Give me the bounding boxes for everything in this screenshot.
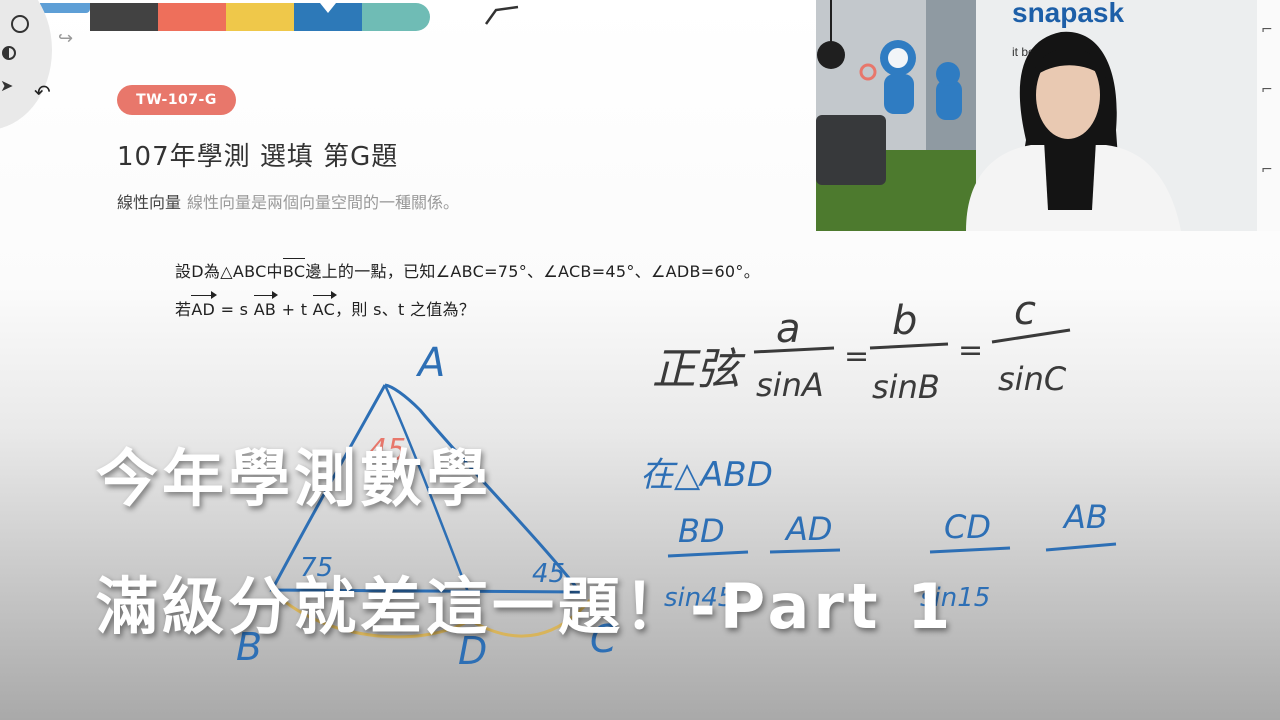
vector-ad: AD bbox=[191, 291, 218, 319]
q2-text-d: ，則 s、t 之值為？ bbox=[335, 300, 476, 319]
q1-text-b: 邊上的一點，已知∠ABC=75°、∠ACB=45°、∠ADB=60°。 bbox=[305, 262, 761, 281]
pointer-icon[interactable]: ➤ bbox=[0, 76, 13, 95]
question-line-2: 若AD = s AB + t AC，則 s、t 之值為？ bbox=[175, 291, 476, 320]
vertex-a-label: A bbox=[415, 340, 445, 386]
num-a: a bbox=[776, 306, 801, 352]
f2-num: AD bbox=[784, 510, 833, 548]
f4-num: AB bbox=[1062, 498, 1108, 536]
undo-arrow-icon[interactable]: ↶ bbox=[34, 80, 51, 104]
f1-num: BD bbox=[678, 512, 725, 550]
pen-stroke-mark bbox=[484, 5, 519, 25]
headline-line-2: 滿級分就差這一題！-Part 1 bbox=[96, 570, 955, 643]
contrast-icon[interactable] bbox=[2, 46, 16, 60]
f3-num: CD bbox=[944, 508, 991, 546]
topic-line: 線性向量 線性向量是兩個向量空間的一種關係。 bbox=[117, 189, 459, 213]
num-c: c bbox=[1014, 288, 1036, 334]
redo-arrow-icon[interactable]: ↪ bbox=[58, 28, 73, 49]
f4-bar bbox=[1045, 542, 1117, 552]
color-palette bbox=[90, 3, 430, 31]
den-sinb: sinB bbox=[872, 368, 940, 406]
num-b: b bbox=[892, 298, 917, 344]
question-title: 107年學測 選填 第G題 bbox=[117, 142, 399, 172]
fraction-bar-1 bbox=[753, 346, 835, 354]
headline-line-1: 今年學測數學 bbox=[96, 442, 493, 515]
fraction-bar-3 bbox=[991, 328, 1071, 344]
corner-mark-icon: ⌐ bbox=[1261, 82, 1273, 98]
color-swatch[interactable] bbox=[362, 3, 430, 31]
color-swatch[interactable] bbox=[158, 3, 226, 31]
corner-mark-icon: ⌐ bbox=[1261, 162, 1273, 178]
q2-text-c: + t bbox=[276, 300, 313, 319]
color-swatch[interactable] bbox=[294, 3, 362, 31]
corner-mark-icon: ⌐ bbox=[1261, 22, 1273, 38]
q2-text-a: 若 bbox=[175, 300, 192, 319]
palette-edge bbox=[40, 3, 90, 13]
color-swatch[interactable] bbox=[90, 3, 158, 31]
topic-name: 線性向量 bbox=[117, 193, 182, 212]
segment-bc: BC bbox=[282, 258, 306, 281]
f2-bar bbox=[769, 548, 841, 554]
den-sinc: sinC bbox=[998, 360, 1067, 398]
webcam-video: snapask it begins bbox=[816, 0, 1257, 231]
law-label: 正弦 bbox=[652, 344, 746, 395]
vector-ac: AC bbox=[312, 291, 338, 319]
question-line-1: 設D為△ABC中BC邊上的一點，已知∠ABC=75°、∠ACB=45°、∠ADB… bbox=[175, 258, 760, 282]
q2-text-b: = s bbox=[215, 300, 254, 319]
q1-text-a: 設D為△ABC中 bbox=[175, 262, 283, 281]
circle-outline-icon[interactable] bbox=[11, 15, 29, 33]
eq-1: = bbox=[844, 339, 869, 374]
vector-ab: AB bbox=[253, 291, 278, 319]
lesson-canvas[interactable]: ↪ ↶ ➤ TW-107-G 107年學測 選填 第G題 線性向量 線性向量是兩個… bbox=[0, 0, 1280, 720]
topic-description: 線性向量是兩個向量空間的一種關係。 bbox=[187, 193, 460, 212]
eq-2: = bbox=[958, 333, 983, 368]
webcam-scene: snapask it begins bbox=[816, 0, 1257, 231]
f3-bar bbox=[929, 546, 1011, 554]
fraction-bar-2 bbox=[869, 342, 949, 350]
brand-logo: snapask bbox=[1012, 0, 1124, 28]
den-sina: sinA bbox=[756, 366, 824, 404]
question-tag: TW-107-G bbox=[117, 85, 236, 115]
in-triangle-label: 在△ABD bbox=[640, 455, 773, 495]
color-swatch[interactable] bbox=[226, 3, 294, 31]
